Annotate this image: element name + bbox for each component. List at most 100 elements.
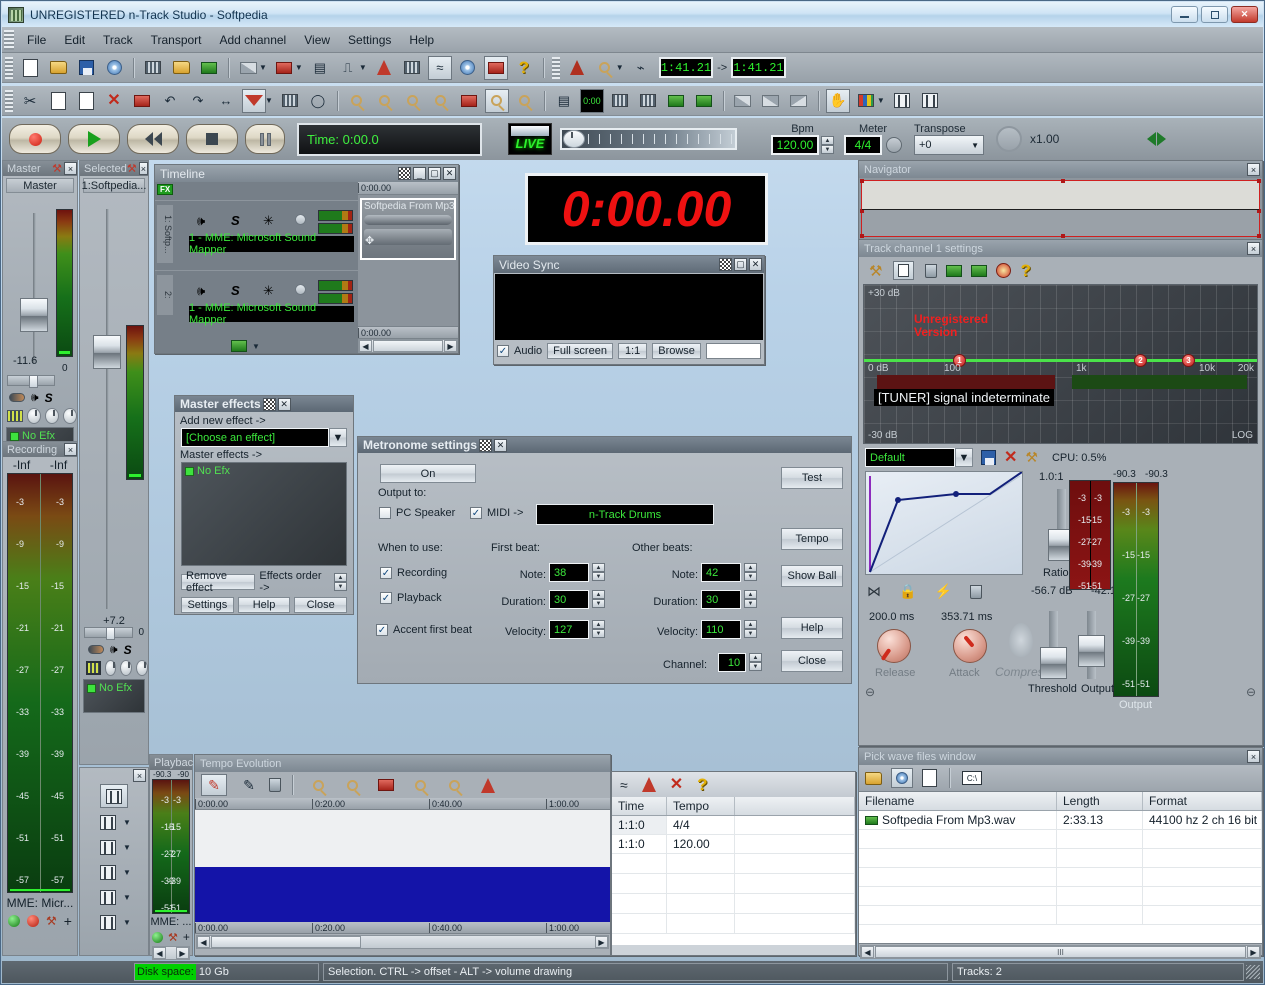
delete-icon[interactable] (969, 584, 982, 599)
master-name-button[interactable]: Master (6, 178, 74, 193)
timeline-track-1[interactable]: 1: Softp... 🕪 S ✳ 1 - MME: Microsoft Sou… (155, 200, 358, 265)
first-duration-value[interactable]: 30 (549, 590, 589, 609)
navigator-view-rect[interactable] (860, 179, 1261, 238)
split-icon[interactable] (130, 89, 154, 113)
metronome-restore-button[interactable] (479, 438, 493, 452)
playback-enable-green[interactable] (152, 931, 164, 943)
toolbar-grip[interactable] (5, 56, 13, 79)
fx-icon[interactable]: ✳ (263, 213, 274, 229)
menu-grip[interactable] (4, 29, 14, 50)
delete-wave-icon[interactable] (197, 56, 221, 80)
speaker-icon[interactable]: 🕪 (197, 213, 205, 229)
metronome-on-button[interactable]: On (380, 464, 476, 483)
selected-panel-close[interactable]: × (138, 162, 148, 175)
pick-wave-close-button[interactable]: × (1247, 750, 1260, 763)
add-track-dropdown[interactable]: ▼ (252, 342, 260, 351)
scroll-right-arrow[interactable]: ▶ (444, 340, 457, 352)
table-row[interactable]: 1:1:0 4/4 (612, 816, 855, 835)
other-velocity-spinner[interactable]: ▲ ▼ (744, 620, 757, 638)
copy-icon[interactable] (46, 89, 70, 113)
down-arrow-red-icon[interactable] (242, 88, 266, 113)
metronome-icon[interactable] (476, 774, 500, 796)
metronome-close-button[interactable]: ✕ (494, 438, 508, 452)
release-knob[interactable] (877, 629, 911, 663)
piano-roll-icon[interactable] (608, 89, 632, 113)
master-aux1-knob[interactable] (26, 408, 41, 424)
resize-grip[interactable] (1246, 965, 1260, 979)
channel-rec-icon[interactable] (692, 89, 716, 113)
markers-icon[interactable] (272, 56, 296, 80)
selected-fader-knob[interactable] (93, 335, 121, 369)
add-wave-track-icon[interactable] (231, 340, 247, 352)
timeline-fx-badge[interactable]: FX (157, 184, 174, 195)
help-icon[interactable]: ? (512, 56, 536, 80)
transient-icon[interactable]: ⚡ (934, 583, 951, 600)
other-note-spinner[interactable]: ▲ ▼ (744, 563, 757, 581)
tempo-ruler-top[interactable]: 0:00.00 0:20.00 0:40.00 1:00.00 (195, 798, 610, 810)
undo-icon[interactable]: ↶ (158, 89, 182, 113)
open-folder-wave-icon[interactable] (865, 771, 882, 785)
expand-right-icon[interactable]: ⊖ (1246, 685, 1256, 699)
track-eq-icon[interactable] (890, 89, 914, 113)
mixer-group-dropdown[interactable]: ▼ (123, 868, 131, 877)
globe-icon[interactable] (456, 56, 480, 80)
live-slider[interactable] (560, 128, 737, 150)
delete-icon[interactable] (269, 778, 281, 792)
down-arrow-dropdown[interactable]: ▼ (265, 96, 273, 105)
master-effects-close-button[interactable]: ✕ (277, 397, 291, 411)
table-row[interactable] (612, 854, 855, 874)
help-icon[interactable]: ? (697, 776, 707, 793)
master-effects-choose-value[interactable]: [Choose an effect] (181, 428, 329, 447)
threshold-slider-knob[interactable] (1040, 647, 1067, 679)
eq-node-3[interactable]: 3 (1182, 354, 1195, 367)
hammer-icon[interactable]: ⚒ (52, 162, 62, 175)
table-row[interactable]: Softpedia From Mp3.wav 2:33.13 44100 hz … (859, 811, 1262, 830)
zoom-selection-icon[interactable] (374, 774, 398, 796)
timeline-ruler-top[interactable]: 0:00.00 (358, 182, 458, 195)
link-icon[interactable]: ⋈ (867, 583, 881, 600)
zoom-in-h-icon[interactable] (345, 89, 369, 113)
settings-hammer[interactable]: ⚒ (46, 914, 57, 928)
master-fader-track[interactable] (33, 213, 36, 363)
record-button[interactable] (9, 124, 61, 154)
tempo-hscroll[interactable]: ◀ ▶ (196, 935, 609, 949)
fx-icon[interactable]: ✳ (263, 283, 274, 299)
move-clip-icon[interactable]: ✥ (365, 234, 374, 247)
delete-icon[interactable]: ✕ (670, 776, 683, 793)
metronome-tempo-button[interactable]: Tempo (781, 528, 843, 550)
add-channel-plus[interactable]: + (64, 913, 72, 929)
menu-transport[interactable]: Transport (142, 30, 211, 50)
solo-icon[interactable]: S (231, 213, 240, 228)
midi-out-icon[interactable]: ⎍ (336, 56, 360, 80)
close-button[interactable]: ✕ (1231, 6, 1258, 23)
master-aux2-knob[interactable] (44, 408, 59, 424)
metronome-icon[interactable] (641, 777, 656, 792)
mixer-send-dropdown[interactable]: ▼ (123, 843, 131, 852)
track-fx-icon[interactable] (918, 89, 942, 113)
cd-icon[interactable]: C:\ (962, 771, 982, 785)
video-sync-close-button[interactable]: ✕ (749, 258, 762, 271)
transpose-combo[interactable]: +0 ▼ (914, 135, 984, 155)
timeline-track-2-device[interactable]: 1 - MME: Microsoft Sound Mapper (189, 302, 354, 326)
markers-dropdown[interactable]: ▼ (295, 63, 303, 72)
timeline-hscroll[interactable]: ◀ ▶ (358, 339, 458, 353)
mixer-tuner-dropdown[interactable]: ▼ (123, 893, 131, 902)
rec-enable-green[interactable] (8, 915, 21, 927)
menu-file[interactable]: File (18, 30, 55, 50)
mixer-tuner-button[interactable] (96, 886, 120, 908)
first-duration-spinner[interactable]: ▲ ▼ (592, 590, 605, 608)
chevron-down-icon[interactable]: ▼ (329, 428, 347, 447)
master-panel-close[interactable]: × (64, 162, 77, 175)
midi-keyboard-icon[interactable]: ▤ (308, 56, 332, 80)
tempo-selection-area[interactable] (195, 867, 610, 922)
master-effects-help-button[interactable]: Help (237, 597, 291, 613)
expand-left-icon[interactable]: ⊖ (865, 685, 875, 699)
timeline-clip[interactable]: Softpedia From Mp3. ✥ (360, 198, 456, 260)
timeline-track-2[interactable]: 2: 🕪 S ✳ 1 - MME: Microsoft Sound Mapper (155, 270, 358, 335)
playback-plus-icon[interactable]: + (183, 930, 190, 944)
stop-button[interactable] (186, 124, 238, 154)
playback-hscroll[interactable]: ◀ ▶ (152, 946, 190, 960)
mixer-eq-dropdown[interactable]: ▼ (123, 818, 131, 827)
other-note-value[interactable]: 42 (701, 563, 741, 582)
bpm-spinner[interactable]: ▲ ▼ (821, 136, 834, 154)
